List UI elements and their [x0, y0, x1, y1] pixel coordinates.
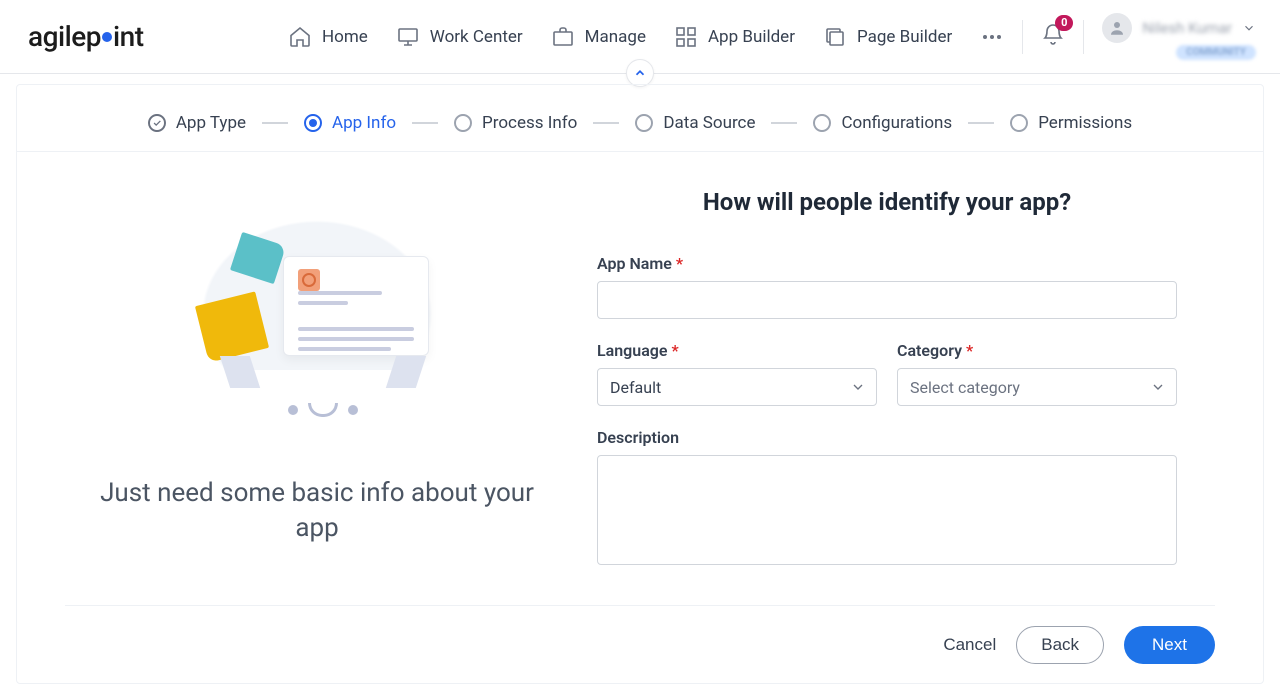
step-process-info[interactable]: Process Info: [454, 113, 577, 133]
copy-icon: [823, 25, 847, 49]
primary-nav: Home Work Center Manage App Builder Page…: [288, 25, 1004, 49]
select-placeholder: Select category: [910, 378, 1020, 397]
nav-label: Manage: [585, 27, 646, 47]
app-name-input[interactable]: [597, 281, 1177, 319]
required-indicator: *: [966, 341, 973, 360]
radio-active-icon: [304, 114, 322, 132]
user-name: Nilesh Kumar: [1142, 19, 1232, 37]
label-description: Description: [597, 428, 1177, 447]
chevron-down-icon: [1150, 379, 1166, 395]
nav-page-builder[interactable]: Page Builder: [823, 25, 952, 49]
wizard-footer: Cancel Back Next: [65, 605, 1215, 683]
step-connector: [412, 122, 438, 124]
illustration-caption: Just need some basic info about your app: [77, 476, 557, 546]
app-info-illustration: [157, 188, 477, 468]
home-icon: [288, 25, 312, 49]
step-data-source[interactable]: Data Source: [635, 113, 755, 133]
step-app-info[interactable]: App Info: [304, 113, 396, 133]
top-nav: agilepint Home Work Center Manage App Bu…: [0, 0, 1280, 74]
grid-icon: [674, 25, 698, 49]
chevron-up-icon: [633, 66, 647, 80]
radio-empty-icon: [454, 114, 472, 132]
wizard-body: Just need some basic info about your app…: [17, 152, 1263, 591]
step-connector: [593, 122, 619, 124]
check-circle-icon: [148, 114, 166, 132]
label-language: Language*: [597, 341, 877, 360]
radio-empty-icon: [813, 114, 831, 132]
nav-label: App Builder: [708, 27, 795, 47]
language-select[interactable]: Default: [597, 368, 877, 406]
form-title: How will people identify your app?: [597, 188, 1177, 216]
collapse-nav-button[interactable]: [626, 59, 654, 87]
nav-label: Work Center: [430, 27, 523, 47]
nav-home[interactable]: Home: [288, 25, 368, 49]
field-description: Description: [597, 428, 1177, 569]
step-label: Configurations: [841, 113, 952, 133]
step-configurations[interactable]: Configurations: [813, 113, 952, 133]
nav-label: Page Builder: [857, 27, 952, 47]
avatar: [1102, 13, 1132, 43]
step-label: App Info: [332, 113, 396, 133]
notifications-button[interactable]: 0: [1041, 23, 1065, 51]
field-app-name: App Name*: [597, 254, 1177, 319]
label-category: Category*: [897, 341, 1177, 360]
user-menu[interactable]: Nilesh Kumar COMMUNITY: [1102, 13, 1256, 60]
app-info-form: How will people identify your app? App N…: [597, 188, 1177, 591]
illustration-panel: Just need some basic info about your app: [77, 188, 557, 591]
stepper: App Type App Info Process Info Data Sour…: [17, 85, 1263, 152]
nav-work-center[interactable]: Work Center: [396, 25, 523, 49]
next-button[interactable]: Next: [1124, 626, 1215, 664]
field-language: Language* Default: [597, 341, 877, 406]
cancel-button[interactable]: Cancel: [943, 635, 996, 655]
step-label: App Type: [176, 113, 246, 133]
select-value: Default: [610, 378, 661, 397]
briefcase-icon: [551, 25, 575, 49]
radio-empty-icon: [635, 114, 653, 132]
more-icon[interactable]: [980, 25, 1004, 49]
nav-app-builder[interactable]: App Builder: [674, 25, 795, 49]
required-indicator: *: [672, 341, 679, 360]
nav-manage[interactable]: Manage: [551, 25, 646, 49]
step-label: Permissions: [1038, 113, 1132, 133]
back-button[interactable]: Back: [1016, 626, 1104, 664]
field-category: Category* Select category: [897, 341, 1177, 406]
chevron-down-icon: [850, 379, 866, 395]
step-connector: [771, 122, 797, 124]
brand-logo[interactable]: agilepint: [28, 20, 188, 53]
step-permissions[interactable]: Permissions: [1010, 113, 1132, 133]
divider: [1022, 20, 1023, 54]
nav-label: Home: [322, 27, 368, 47]
required-indicator: *: [676, 254, 683, 273]
top-nav-right: 0 Nilesh Kumar COMMUNITY: [1022, 13, 1256, 60]
category-select[interactable]: Select category: [897, 368, 1177, 406]
user-tag: COMMUNITY: [1176, 45, 1256, 60]
wizard-card: App Type App Info Process Info Data Sour…: [16, 84, 1264, 684]
chevron-down-icon: [1242, 21, 1256, 35]
monitor-icon: [396, 25, 420, 49]
step-connector: [262, 122, 288, 124]
radio-empty-icon: [1010, 114, 1028, 132]
divider: [1083, 20, 1084, 54]
notification-badge: 0: [1055, 15, 1073, 31]
step-label: Data Source: [663, 113, 755, 133]
step-connector: [968, 122, 994, 124]
step-app-type[interactable]: App Type: [148, 113, 246, 133]
step-label: Process Info: [482, 113, 577, 133]
description-input[interactable]: [597, 455, 1177, 565]
label-app-name: App Name*: [597, 254, 1177, 273]
